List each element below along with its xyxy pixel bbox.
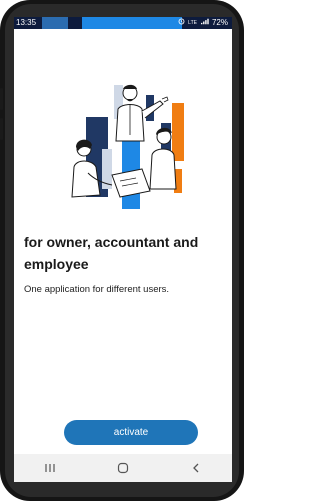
- recent-apps-button[interactable]: [35, 458, 65, 478]
- status-bar-stripe: [42, 17, 68, 29]
- status-time: 13:35: [16, 18, 37, 27]
- signal-icon: [200, 18, 209, 28]
- back-button[interactable]: [181, 458, 211, 478]
- system-nav-bar: [14, 454, 232, 482]
- onboarding-subtitle: One application for different users.: [24, 284, 170, 295]
- phone-side-button-top: [0, 88, 3, 110]
- recent-apps-icon: [45, 464, 55, 472]
- back-icon: [192, 463, 199, 473]
- phone-side-button-bottom: [0, 118, 3, 140]
- document-shape: [111, 168, 151, 198]
- battery-percent: 72%: [211, 18, 228, 27]
- activate-button[interactable]: activate: [64, 420, 198, 445]
- home-button[interactable]: [108, 458, 138, 478]
- status-bar-stripe: [82, 17, 182, 29]
- team-illustration: [71, 84, 184, 209]
- status-indicators: LTE 72%: [178, 18, 228, 28]
- status-bar: 13:35 LTE 72%: [14, 17, 232, 29]
- onboarding-headline: for owner, accountant and employee: [24, 234, 199, 272]
- home-icon: [117, 462, 129, 474]
- app-screen: 13:35 LTE 72% for owner, accountant and …: [14, 17, 232, 482]
- alarm-icon: [178, 18, 185, 28]
- bar-shape: [172, 103, 184, 161]
- network-type-label: LTE: [188, 19, 197, 26]
